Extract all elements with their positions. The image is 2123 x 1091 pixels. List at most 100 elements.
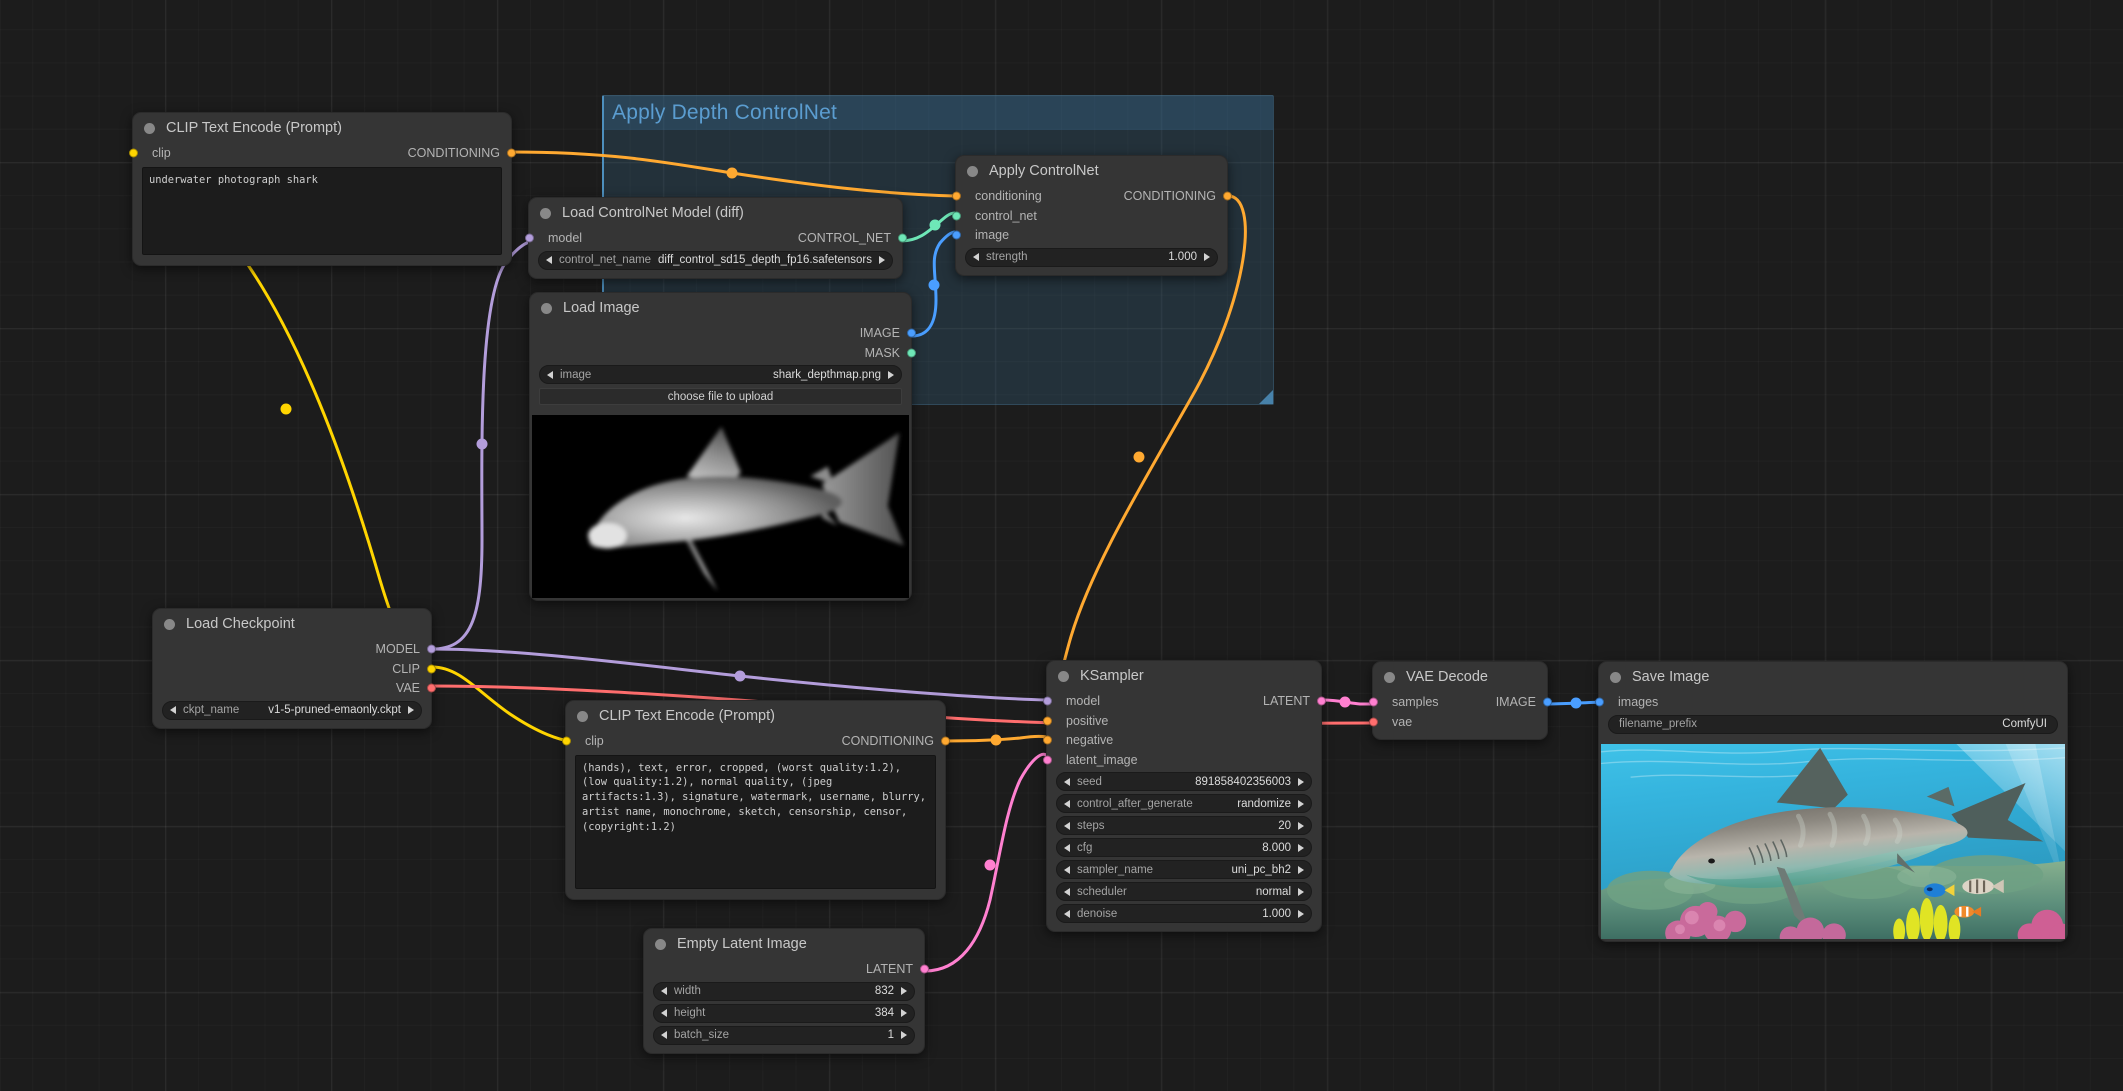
- input-dot-conditioning[interactable]: [951, 191, 961, 201]
- node-save-image[interactable]: Save Image images filename_prefix ComfyU…: [1594, 661, 2068, 942]
- next-arrow-icon[interactable]: [1298, 777, 1304, 786]
- collapse-icon[interactable]: [1384, 671, 1395, 683]
- widget-denoise[interactable]: denoise 1.000: [1056, 904, 1312, 924]
- node-title-bar[interactable]: VAE Decode: [1373, 662, 1547, 692]
- node-clip-text-encode-positive[interactable]: CLIP Text Encode (Prompt) clip CONDITION…: [128, 112, 516, 266]
- node-title-bar[interactable]: Empty Latent Image: [644, 929, 924, 959]
- collapse-icon[interactable]: [655, 938, 666, 950]
- output-dot-latent[interactable]: [1316, 696, 1326, 706]
- node-vae-decode[interactable]: VAE Decode samples IMAGE vae: [1368, 661, 1552, 741]
- input-dot-negative[interactable]: [1042, 735, 1052, 745]
- prev-arrow-icon[interactable]: [1064, 909, 1070, 918]
- node-title-bar[interactable]: Load Image: [530, 293, 911, 323]
- output-dot-control-net[interactable]: [897, 233, 907, 243]
- node-empty-latent-image[interactable]: Empty Latent Image LATENT width 832 heig…: [643, 928, 929, 1054]
- widget-scheduler[interactable]: scheduler normal: [1056, 882, 1312, 902]
- widget-control-net-name[interactable]: control_net_name diff_control_sd15_depth…: [538, 250, 893, 270]
- widget-cfg[interactable]: cfg 8.000: [1056, 838, 1312, 858]
- prev-arrow-icon[interactable]: [661, 987, 667, 996]
- next-arrow-icon[interactable]: [901, 1031, 907, 1040]
- output-dot-model[interactable]: [426, 644, 436, 654]
- widget-batch-size[interactable]: batch_size 1: [653, 1025, 915, 1045]
- widget-steps[interactable]: steps 20: [1056, 816, 1312, 836]
- next-arrow-icon[interactable]: [879, 256, 885, 265]
- collapse-icon[interactable]: [1610, 671, 1621, 683]
- input-dot-model[interactable]: [1042, 696, 1052, 706]
- output-dot-conditioning[interactable]: [940, 736, 950, 746]
- output-dot-clip[interactable]: [426, 664, 436, 674]
- positive-prompt-textarea[interactable]: underwater photograph shark: [142, 166, 502, 255]
- output-dot-latent[interactable]: [919, 964, 929, 974]
- prev-arrow-icon[interactable]: [547, 370, 553, 379]
- prev-arrow-icon[interactable]: [1064, 799, 1070, 808]
- widget-height[interactable]: height 384: [653, 1003, 915, 1023]
- widget-filename-prefix[interactable]: filename_prefix ComfyUI: [1608, 714, 2058, 734]
- next-arrow-icon[interactable]: [901, 1009, 907, 1018]
- node-clip-text-encode-negative[interactable]: CLIP Text Encode (Prompt) clip CONDITION…: [561, 700, 950, 900]
- node-ksampler[interactable]: KSampler model LATENT positive negative …: [1042, 660, 1326, 933]
- input-dot-control-net[interactable]: [951, 211, 961, 221]
- widget-sampler-name[interactable]: sampler_name uni_pc_bh2: [1056, 860, 1312, 880]
- next-arrow-icon[interactable]: [408, 706, 414, 715]
- widget-ckpt-name[interactable]: ckpt_name v1-5-pruned-emaonly.ckpt: [162, 700, 422, 720]
- group-resize-handle[interactable]: [1259, 390, 1273, 404]
- prev-arrow-icon[interactable]: [1064, 865, 1070, 874]
- input-dot-clip[interactable]: [128, 148, 138, 158]
- group-header[interactable]: Apply Depth ControlNet: [604, 96, 1273, 130]
- node-title-bar[interactable]: Load ControlNet Model (diff): [529, 198, 902, 228]
- node-load-controlnet-model[interactable]: Load ControlNet Model (diff) model CONTR…: [524, 197, 907, 279]
- negative-prompt-textarea[interactable]: (hands), text, error, cropped, (worst qu…: [575, 754, 936, 889]
- node-load-image[interactable]: Load Image IMAGE MASK image shark_depthm…: [529, 292, 916, 602]
- input-dot-images[interactable]: [1594, 697, 1604, 707]
- collapse-icon[interactable]: [577, 710, 588, 722]
- comfyui-canvas[interactable]: Apply Depth ControlNet CLIP Text Encode …: [0, 0, 2123, 1091]
- widget-control-after-generate[interactable]: control_after_generate randomize: [1056, 794, 1312, 814]
- output-dot-conditioning[interactable]: [1222, 191, 1232, 201]
- output-dot-vae[interactable]: [426, 683, 436, 693]
- prev-arrow-icon[interactable]: [973, 253, 979, 262]
- prev-arrow-icon[interactable]: [1064, 887, 1070, 896]
- next-arrow-icon[interactable]: [888, 370, 894, 379]
- node-apply-controlnet[interactable]: Apply ControlNet conditioning CONDITIONI…: [951, 155, 1232, 276]
- next-arrow-icon[interactable]: [1204, 253, 1210, 262]
- next-arrow-icon[interactable]: [1298, 887, 1304, 896]
- collapse-icon[interactable]: [541, 302, 552, 314]
- output-dot-image[interactable]: [1542, 697, 1552, 707]
- next-arrow-icon[interactable]: [1298, 799, 1304, 808]
- collapse-icon[interactable]: [144, 122, 155, 134]
- widget-width[interactable]: width 832: [653, 981, 915, 1001]
- input-dot-image[interactable]: [951, 230, 961, 240]
- collapse-icon[interactable]: [164, 618, 175, 630]
- prev-arrow-icon[interactable]: [661, 1031, 667, 1040]
- next-arrow-icon[interactable]: [1298, 843, 1304, 852]
- next-arrow-icon[interactable]: [901, 987, 907, 996]
- node-title-bar[interactable]: KSampler: [1047, 661, 1321, 691]
- node-title-bar[interactable]: CLIP Text Encode (Prompt): [133, 113, 511, 143]
- prev-arrow-icon[interactable]: [661, 1009, 667, 1018]
- prev-arrow-icon[interactable]: [1064, 821, 1070, 830]
- input-dot-positive[interactable]: [1042, 716, 1052, 726]
- input-dot-vae[interactable]: [1368, 717, 1378, 727]
- node-title-bar[interactable]: Save Image: [1599, 662, 2067, 692]
- prev-arrow-icon[interactable]: [546, 256, 552, 265]
- node-title-bar[interactable]: CLIP Text Encode (Prompt): [566, 701, 945, 731]
- next-arrow-icon[interactable]: [1298, 821, 1304, 830]
- input-dot-model[interactable]: [524, 233, 534, 243]
- prev-arrow-icon[interactable]: [170, 706, 176, 715]
- node-title-bar[interactable]: Load Checkpoint: [153, 609, 431, 639]
- widget-seed[interactable]: seed 891858402356003: [1056, 772, 1312, 792]
- output-dot-conditioning[interactable]: [506, 148, 516, 158]
- choose-file-to-upload-button[interactable]: choose file to upload: [539, 388, 902, 406]
- input-dot-latent-image[interactable]: [1042, 755, 1052, 765]
- collapse-icon[interactable]: [540, 207, 551, 219]
- collapse-icon[interactable]: [967, 165, 978, 177]
- output-dot-image[interactable]: [906, 328, 916, 338]
- widget-strength[interactable]: strength 1.000: [965, 247, 1218, 267]
- input-dot-clip[interactable]: [561, 736, 571, 746]
- node-load-checkpoint[interactable]: Load Checkpoint MODEL CLIP VAE ckpt_name…: [152, 608, 436, 729]
- node-title-bar[interactable]: Apply ControlNet: [956, 156, 1227, 186]
- next-arrow-icon[interactable]: [1298, 909, 1304, 918]
- output-dot-mask[interactable]: [906, 348, 916, 358]
- widget-image[interactable]: image shark_depthmap.png: [539, 365, 902, 385]
- next-arrow-icon[interactable]: [1298, 865, 1304, 874]
